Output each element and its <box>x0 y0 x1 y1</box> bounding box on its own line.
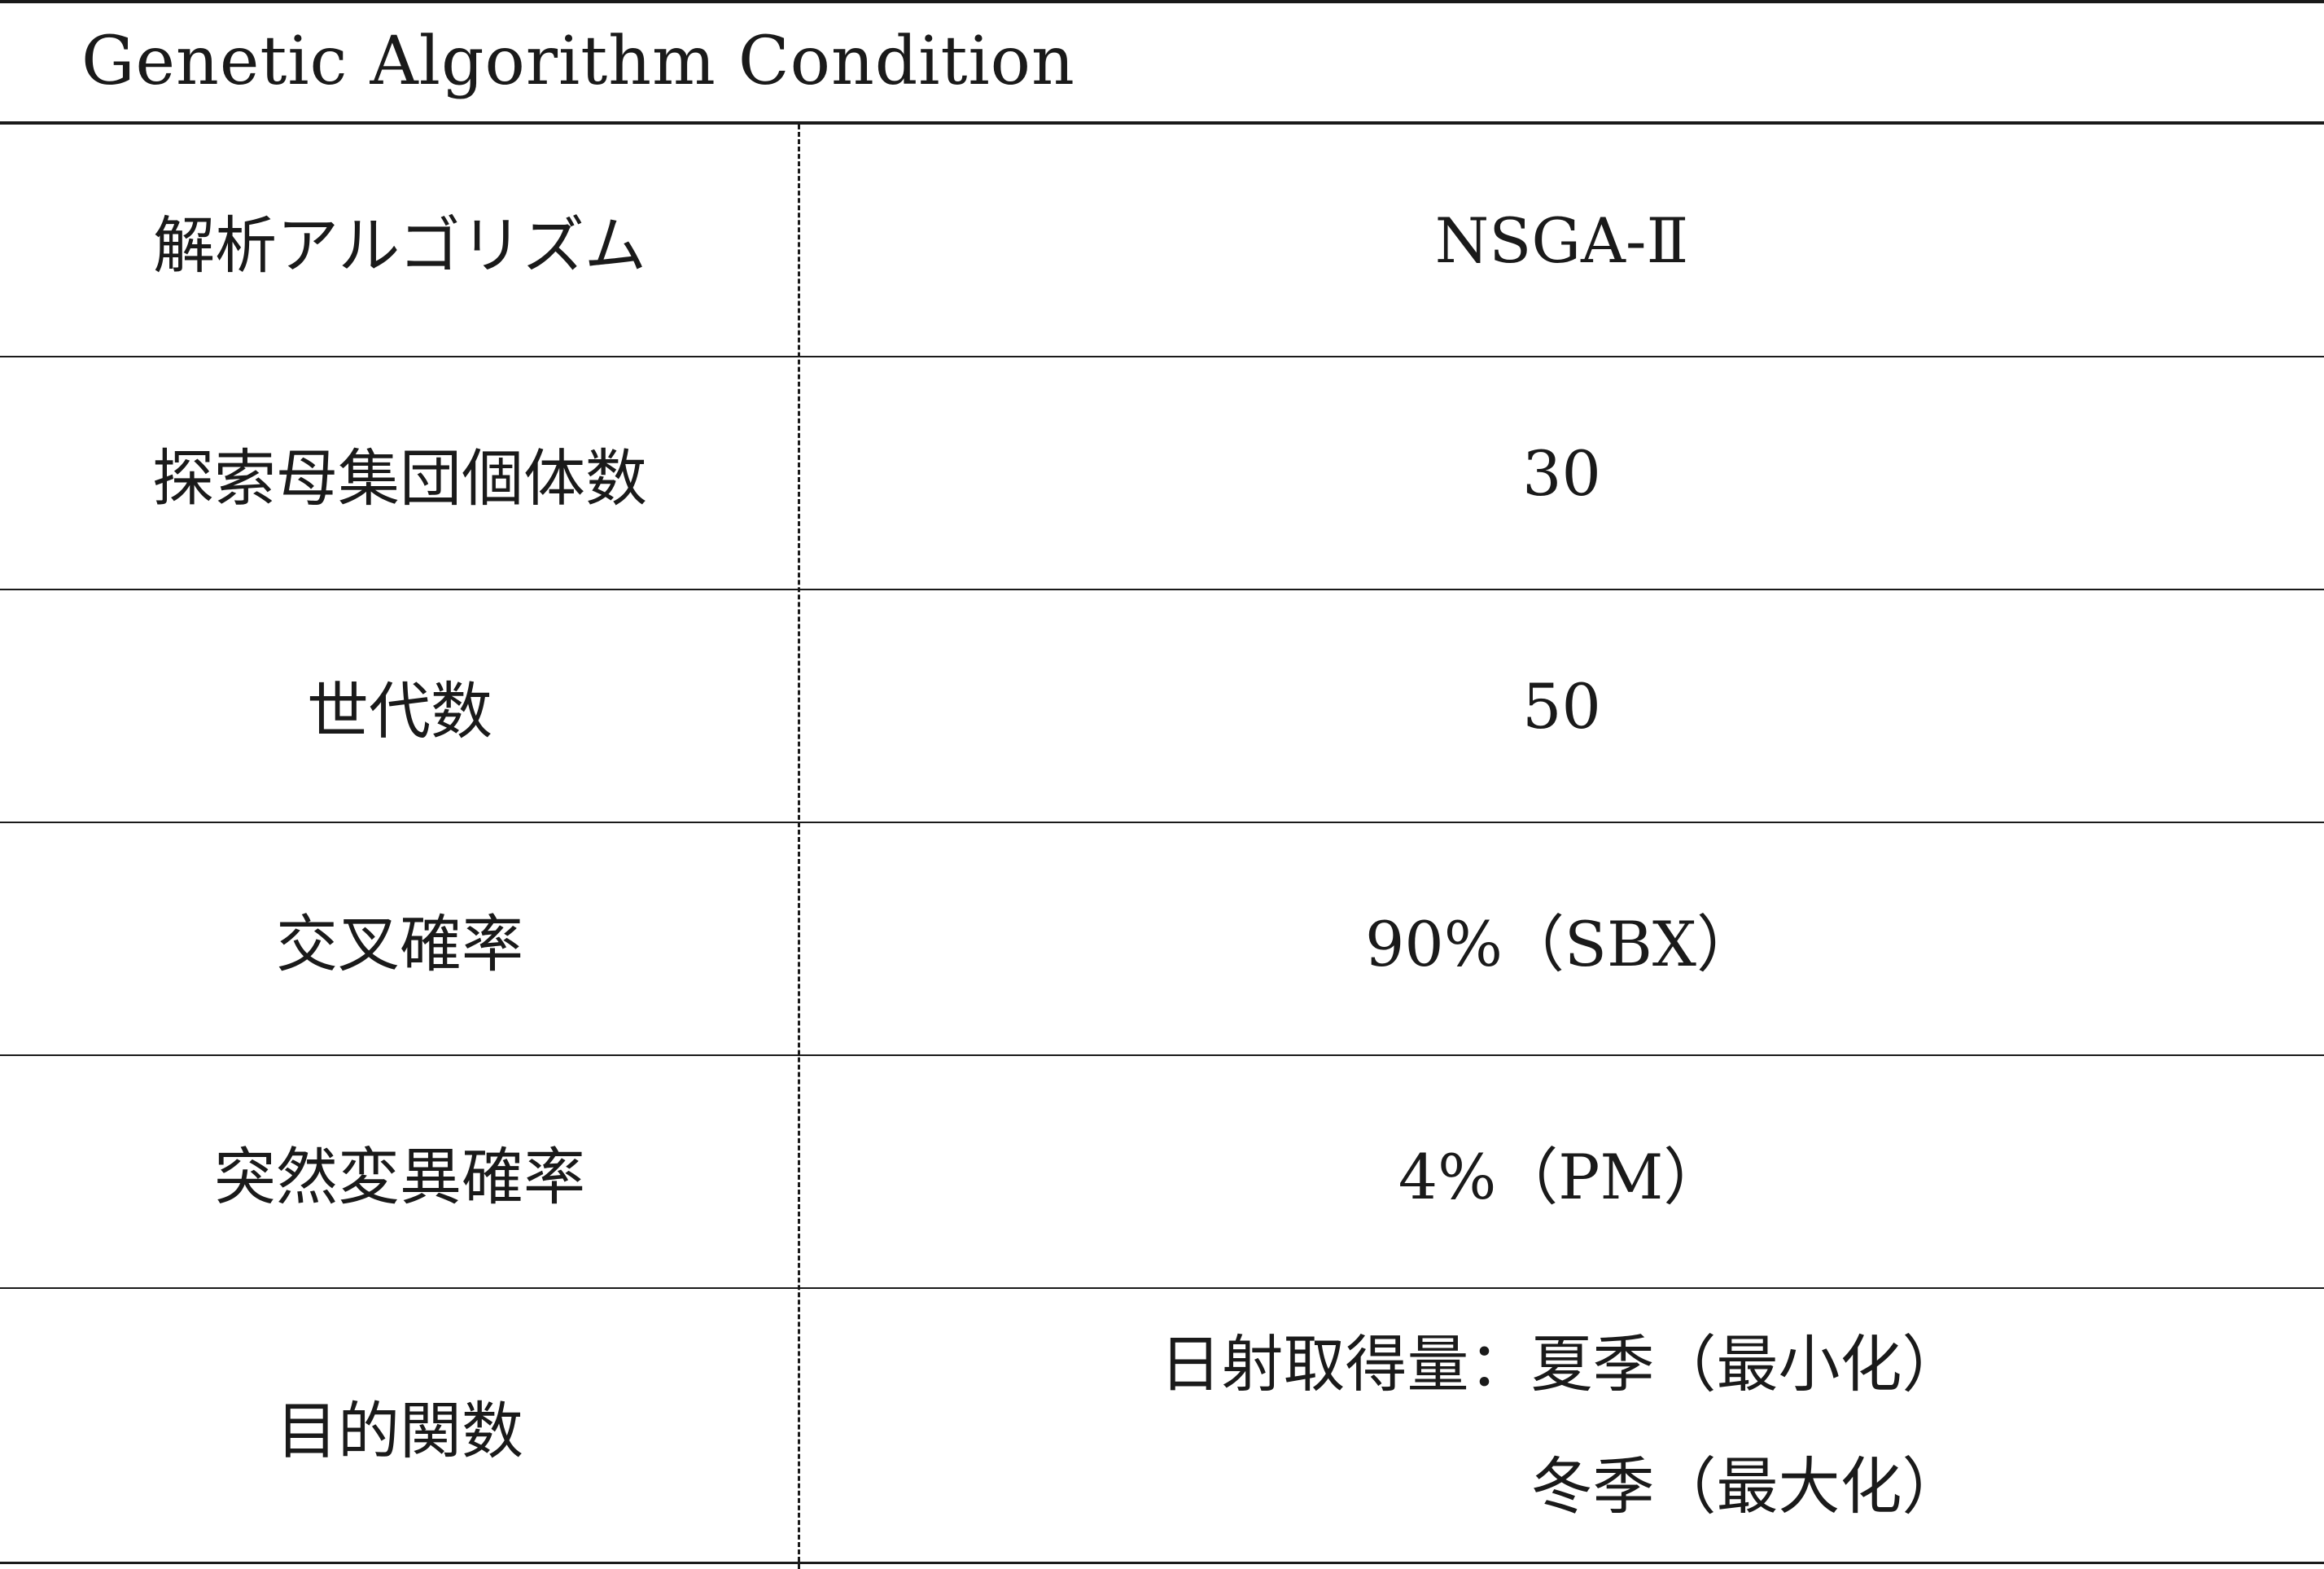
table-row: 世代数 50 <box>0 590 2324 823</box>
row-label: 突然変異確率 <box>214 1141 585 1213</box>
column-divider <box>798 125 800 1569</box>
row-value: 30 <box>1522 436 1601 510</box>
row-label: 探索母集団個体数 <box>152 442 647 515</box>
table-row: 解析アルゴリズム NSGA-Ⅱ <box>0 125 2324 357</box>
row-label: 解析アルゴリズム <box>153 209 646 282</box>
table-row: 交叉確率 90%（SBX） <box>0 823 2324 1056</box>
row-value: 4%（PM） <box>1398 1141 1726 1213</box>
table-row: 目的関数 日射取得量：夏季（最小化） 冬季（最大化） <box>0 1289 2324 1564</box>
table-title: Genetic Algorithm Condition <box>81 22 1075 100</box>
row-label: 世代数 <box>307 675 492 747</box>
objective-lines: 日射取得量：夏季（最小化） 冬季（最大化） <box>1160 1304 1964 1548</box>
row-value: 日射取得量：夏季（最小化） 冬季（最大化） <box>799 1289 2324 1562</box>
row-value: 90%（SBX） <box>1365 908 1758 980</box>
table-row: 突然変異確率 4%（PM） <box>0 1056 2324 1289</box>
top-rule <box>0 0 2324 3</box>
objective-line-winter: 冬季（最大化） <box>1530 1449 1964 1523</box>
row-label: 目的関数 <box>276 1394 523 1467</box>
conditions-table: 解析アルゴリズム NSGA-Ⅱ 探索母集団個体数 30 世代数 50 交叉確率 … <box>0 125 2324 1564</box>
row-label: 交叉確率 <box>276 908 523 980</box>
row-value: 50 <box>1522 669 1601 743</box>
row-value: NSGA-Ⅱ <box>1434 204 1689 277</box>
table-row: 探索母集団個体数 30 <box>0 357 2324 590</box>
objective-line-summer: 日射取得量：夏季（最小化） <box>1159 1327 1964 1400</box>
document-page: Genetic Algorithm Condition 解析アルゴリズム NSG… <box>0 0 2324 1569</box>
